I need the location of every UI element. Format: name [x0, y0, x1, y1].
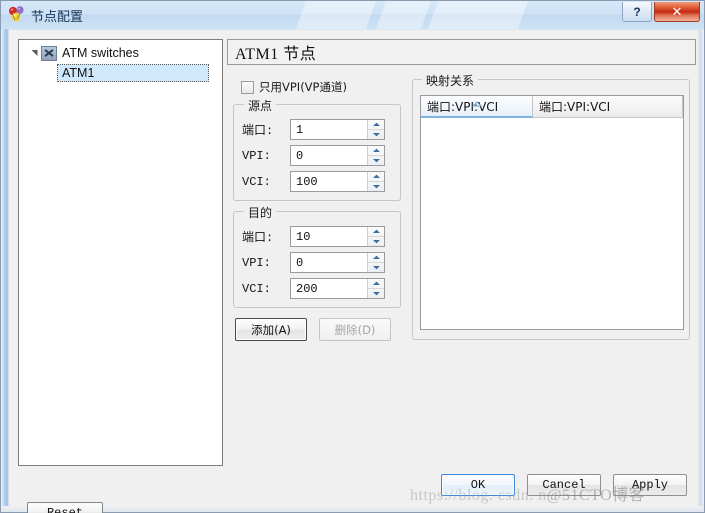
dest-vci-label: VCI: [242, 281, 271, 296]
stepper-down-icon[interactable] [368, 237, 384, 246]
column-header-label: 端口:VPI:VCI [539, 100, 611, 114]
title-glass-streak [375, 1, 432, 29]
stepper-buttons[interactable] [367, 279, 384, 298]
window-left-edge [1, 1, 9, 512]
stepper-down-icon[interactable] [368, 156, 384, 165]
source-group-title: 源点 [244, 97, 277, 114]
stepper-buttons[interactable] [367, 253, 384, 272]
source-vci-stepper[interactable]: 100 [290, 171, 385, 192]
column-header-label: 端口:VPI:VCI [427, 99, 499, 114]
stepper-down-icon[interactable] [368, 130, 384, 139]
page-title: ATM1 节点 [227, 39, 696, 65]
source-group: 源点 端口: 1 VPI: 0 VCI: 100 [233, 97, 401, 201]
source-port-value[interactable]: 1 [291, 123, 367, 137]
source-vpi-row: VPI: 0 [242, 145, 392, 166]
column-header-source[interactable]: 端口:VPI:VCI [421, 96, 533, 118]
stepper-down-icon[interactable] [368, 182, 384, 191]
stepper-buttons[interactable] [367, 120, 384, 139]
node-detail-panel: ATM1 节点 只用VPI(VP通道) 源点 端口: 1 VPI: 0 VCI:… [227, 39, 696, 466]
stepper-up-icon[interactable] [368, 120, 384, 130]
source-port-stepper[interactable]: 1 [290, 119, 385, 140]
mapping-table-header: 端口:VPI:VCI 端口:VPI:VCI [421, 96, 683, 118]
dest-vpi-value[interactable]: 0 [291, 256, 367, 270]
dest-vci-stepper[interactable]: 200 [290, 278, 385, 299]
window-controls: ? ✕ [620, 2, 700, 22]
source-vpi-stepper[interactable]: 0 [290, 145, 385, 166]
node-tree[interactable]: ATM switches ATM1 [18, 39, 223, 466]
application-window: 节点配置 ? ✕ ATM switches ATM1 Reset ATM1 节点… [0, 0, 705, 513]
stepper-buttons[interactable] [367, 227, 384, 246]
dest-port-row: 端口: 10 [242, 226, 392, 247]
add-mapping-button[interactable]: 添加(A) [235, 318, 307, 341]
switch-node-icon [41, 45, 57, 61]
source-port-row: 端口: 1 [242, 119, 392, 140]
tree-item-atm1[interactable]: ATM1 [57, 64, 209, 82]
source-vci-value[interactable]: 100 [291, 175, 367, 189]
apply-button[interactable]: Apply [613, 474, 687, 496]
stepper-up-icon[interactable] [368, 253, 384, 263]
stepper-buttons[interactable] [367, 172, 384, 191]
source-vci-row: VCI: 100 [242, 171, 392, 192]
dest-vpi-label: VPI: [242, 255, 271, 270]
client-area: ATM switches ATM1 Reset ATM1 节点 只用VPI(VP… [9, 30, 697, 513]
balloons-icon [8, 6, 28, 24]
stepper-up-icon[interactable] [368, 279, 384, 289]
dest-vpi-row: VPI: 0 [242, 252, 392, 273]
mapping-group-title: 映射关系 [422, 72, 479, 89]
title-glass-streak [295, 1, 377, 29]
ok-button[interactable]: OK [441, 474, 515, 496]
cancel-button[interactable]: Cancel [527, 474, 601, 496]
source-port-label: 端口: [242, 124, 274, 138]
window-right-edge [698, 29, 704, 512]
source-vci-label: VCI: [242, 174, 271, 189]
stepper-up-icon[interactable] [368, 146, 384, 156]
remove-mapping-button: 删除(D) [319, 318, 391, 341]
mapping-table[interactable]: 端口:VPI:VCI 端口:VPI:VCI [420, 95, 684, 330]
stepper-up-icon[interactable] [368, 227, 384, 237]
mapping-table-body[interactable] [421, 118, 683, 329]
mapping-group: 映射关系 端口:VPI:VCI 端口:VPI:VCI [412, 72, 690, 340]
close-button[interactable]: ✕ [654, 2, 700, 22]
source-vpi-value[interactable]: 0 [291, 149, 367, 163]
stepper-down-icon[interactable] [368, 263, 384, 272]
sort-ascending-icon [471, 96, 482, 110]
source-vpi-label: VPI: [242, 148, 271, 163]
stepper-up-icon[interactable] [368, 172, 384, 182]
dest-vpi-stepper[interactable]: 0 [290, 252, 385, 273]
stepper-down-icon[interactable] [368, 289, 384, 298]
window-title: 节点配置 [31, 10, 84, 25]
vpi-only-checkbox[interactable] [241, 80, 254, 94]
mapping-action-buttons: 添加(A) 删除(D) [233, 318, 401, 341]
connection-form: 只用VPI(VP通道) 源点 端口: 1 VPI: 0 VCI: 100 目的 … [233, 79, 401, 341]
tree-item-label: ATM1 [62, 66, 95, 80]
expand-triangle-icon[interactable] [27, 46, 41, 60]
dialog-buttons: OK Cancel Apply [441, 474, 687, 496]
title-bar: 节点配置 ? ✕ [1, 1, 704, 29]
dest-port-value[interactable]: 10 [291, 230, 367, 244]
dest-port-label: 端口: [242, 231, 274, 245]
destination-group: 目的 端口: 10 VPI: 0 VCI: 200 [233, 204, 401, 308]
dest-port-stepper[interactable]: 10 [290, 226, 385, 247]
title-glass-streak [427, 1, 529, 29]
tree-item-atm-switches[interactable]: ATM switches [19, 44, 222, 62]
window-bottom-edge [1, 506, 704, 512]
vpi-only-checkbox-row[interactable]: 只用VPI(VP通道) [233, 79, 401, 95]
reset-button[interactable]: Reset [27, 502, 103, 513]
column-header-destination[interactable]: 端口:VPI:VCI [533, 96, 683, 118]
dest-vci-row: VCI: 200 [242, 278, 392, 299]
vpi-only-label: 只用VPI(VP通道) [259, 80, 347, 94]
tree-item-label: ATM switches [62, 46, 139, 60]
stepper-buttons[interactable] [367, 146, 384, 165]
dest-vci-value[interactable]: 200 [291, 282, 367, 296]
destination-group-title: 目的 [244, 204, 277, 221]
help-button[interactable]: ? [622, 2, 652, 22]
